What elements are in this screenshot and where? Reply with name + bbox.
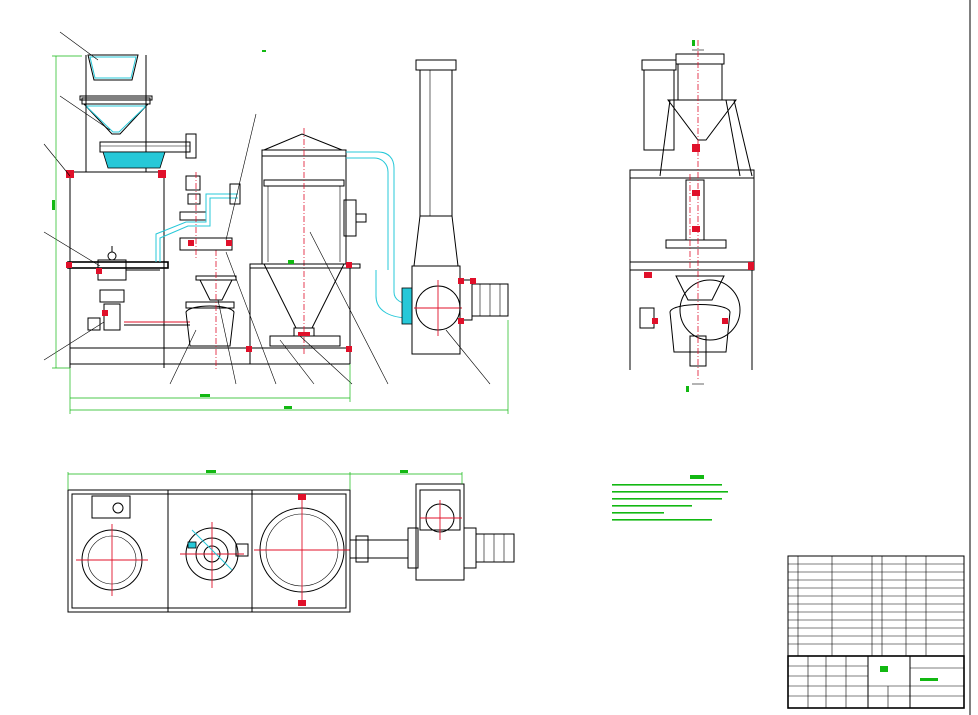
technical-notes — [612, 475, 728, 521]
title-block — [787, 655, 965, 709]
dimension-lines — [52, 50, 509, 414]
cyclone-collector — [185, 250, 237, 370]
leader-lines — [43, 31, 491, 385]
valve-group — [87, 246, 190, 331]
duct-to-fan — [346, 151, 413, 325]
side-view — [629, 40, 755, 392]
front-view — [43, 31, 509, 414]
left-frame — [66, 170, 350, 368]
screw-feeder — [99, 133, 197, 169]
main-separator — [246, 128, 367, 364]
exhaust-stack — [413, 59, 459, 267]
parts-list — [787, 555, 965, 657]
drawing-sheet — [0, 0, 978, 715]
center-piping — [155, 172, 241, 262]
blower-fan — [411, 265, 509, 355]
plan-view — [67, 470, 515, 613]
assembly-drawing — [43, 0, 971, 715]
